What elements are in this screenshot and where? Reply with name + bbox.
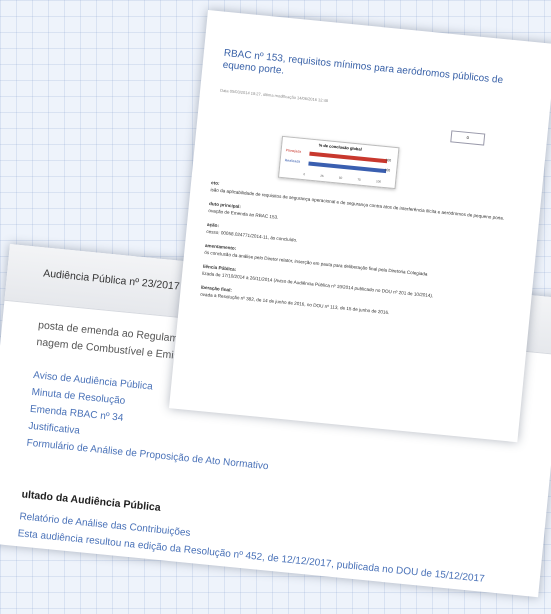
chart-tick: 75 bbox=[357, 177, 362, 182]
page-selector[interactable]: 0 bbox=[450, 130, 486, 146]
chart-tick: 25 bbox=[320, 173, 324, 179]
modification-meta: Data 05/03/2014 18:27, última modificaçã… bbox=[220, 87, 329, 104]
chart-row-value: 100 bbox=[384, 167, 391, 173]
chart-axis: 0 25 50 75 100 bbox=[303, 172, 381, 184]
chart-row-value: 100 bbox=[385, 158, 392, 163]
chart-row-label: Planejada bbox=[285, 148, 302, 154]
chart-tick: 100 bbox=[375, 179, 382, 184]
chart-row-label: Realizada bbox=[284, 158, 301, 164]
chart-tick: 0 bbox=[303, 172, 306, 177]
chart-bar-realizada bbox=[308, 161, 387, 174]
chart-tick: 50 bbox=[338, 175, 343, 180]
progress-chart: % de conclusão global Planejada 100 Real… bbox=[277, 135, 400, 190]
rbac-project-card: RBAC nº 153, requisitos mínimos para aer… bbox=[168, 10, 551, 443]
project-details: eto: isão da aplicabilidade de requisito… bbox=[200, 179, 510, 327]
result-links: Relatório de Análise das Contribuições E… bbox=[17, 508, 487, 588]
